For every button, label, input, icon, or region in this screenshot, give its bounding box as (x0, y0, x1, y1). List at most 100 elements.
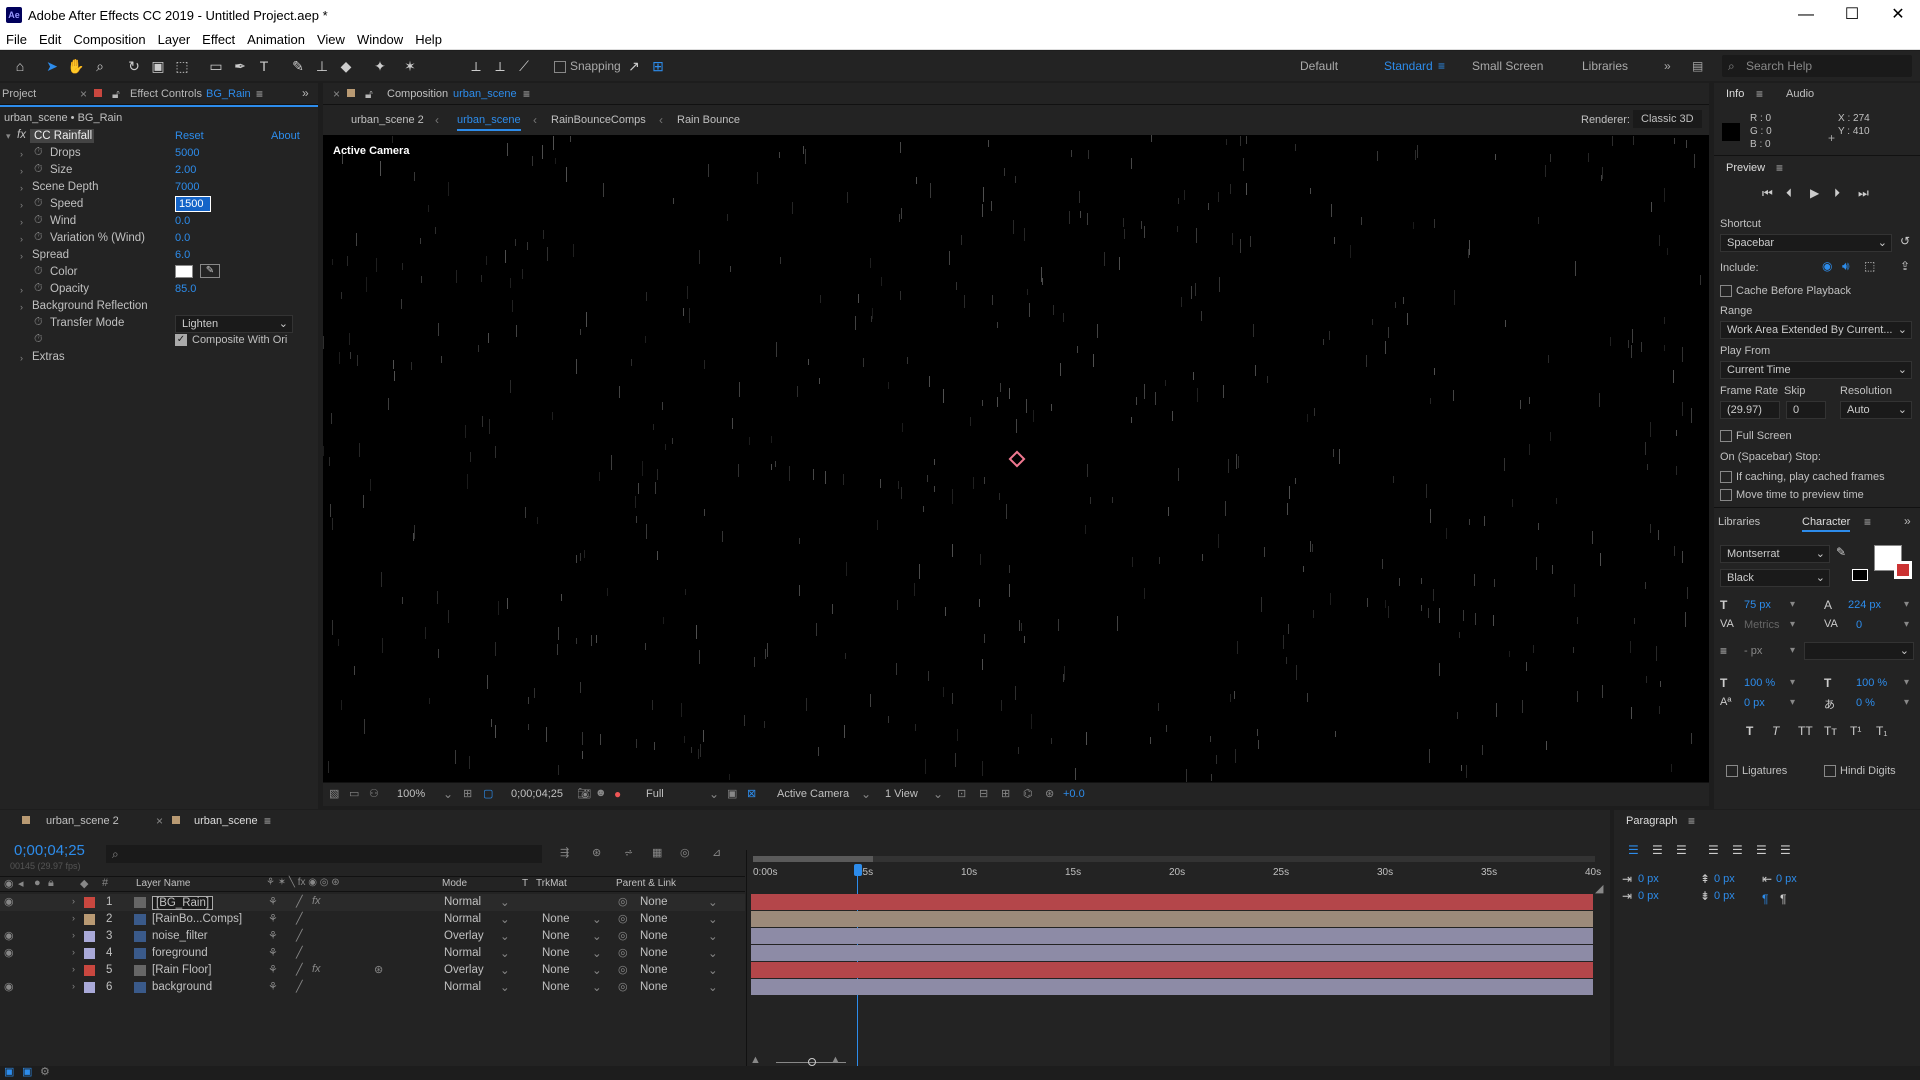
stopwatch-icon[interactable]: ⏱ (34, 163, 43, 176)
work-area-bar[interactable] (753, 856, 1595, 862)
cached-frames-option[interactable]: If caching, play cached frames (1720, 469, 1885, 483)
layer-name[interactable]: background (152, 981, 212, 993)
chevron-down-icon[interactable]: ⌄ (500, 980, 510, 994)
chevron-down-icon[interactable]: ▾ (1790, 599, 1795, 610)
cache-before-playback[interactable]: Cache Before Playback (1720, 283, 1851, 297)
motion-blur-icon[interactable]: ◎ (680, 846, 690, 859)
expand-arrow[interactable]: › (20, 285, 23, 295)
timeline-timecode[interactable]: 0;00;04;25 (14, 842, 85, 859)
chevron-down-icon[interactable]: ⌄ (500, 929, 510, 943)
font-size-value[interactable]: 75 px (1744, 599, 1771, 611)
label-color[interactable] (84, 931, 95, 942)
table-row[interactable]: ◉ › 3 noise_filter ⚘ ╱ Overlay ⌄ None ⌄ ◎ None ⌄ (0, 928, 745, 945)
pixel-aspect-icon[interactable]: ⊡ (957, 787, 966, 800)
chevron-down-icon[interactable]: ⌄ (500, 963, 510, 977)
shy-switch-icon[interactable]: ⚘ (268, 963, 278, 976)
skip-select[interactable]: 0 (1786, 401, 1826, 419)
checkbox[interactable] (1824, 764, 1836, 777)
parent-select[interactable]: None (640, 896, 668, 908)
include-overlays-icon[interactable]: ⬚ (1864, 259, 1875, 273)
fx-name[interactable]: CC Rainfall (34, 130, 92, 142)
parent-select[interactable]: None (640, 930, 668, 942)
current-time-display[interactable]: 0;00;04;25 (511, 788, 563, 800)
axis-view-icon[interactable]: ⟋ (514, 56, 534, 76)
space-after-value[interactable]: 0 px (1714, 890, 1735, 902)
table-row[interactable]: › 5 [Rain Floor] ⚘ ╱ fx ⊛ Overlay ⌄ None ⌄ ◎ None ⌄ (0, 962, 745, 979)
home-icon[interactable]: ⌂ (10, 56, 30, 76)
chevron-down-icon[interactable]: ⌄ (708, 912, 718, 926)
chevron-down-icon[interactable]: ▾ (1790, 697, 1795, 708)
anchor-point-icon[interactable] (1008, 450, 1026, 468)
layer-name[interactable]: foreground (152, 947, 208, 959)
status-icon-3[interactable]: ⚙ (40, 1065, 50, 1078)
exposure-value[interactable]: +0.0 (1063, 788, 1085, 800)
composition-viewer[interactable]: Active Camera (323, 135, 1709, 782)
expand-arrow[interactable]: › (20, 353, 23, 363)
fx-reset-link[interactable]: Reset (175, 130, 204, 142)
tab-close-icon[interactable]: × (156, 814, 163, 828)
panel-menu-icon[interactable]: ≡ (264, 814, 271, 828)
fx-switch-icon[interactable]: fx (312, 963, 321, 975)
chevron-down-icon[interactable]: ⌄ (861, 787, 871, 801)
tab-libraries[interactable]: Libraries (1718, 516, 1760, 528)
expand-arrow[interactable]: › (20, 302, 23, 312)
play-from-select[interactable]: Current Time ⌄ (1720, 361, 1912, 379)
layer-duration-bar[interactable] (751, 962, 1593, 978)
transparency-grid-icon[interactable]: ⊠ (747, 787, 756, 800)
type-tool-icon[interactable]: T (254, 56, 274, 76)
workspace-overflow-icon[interactable]: » (1664, 59, 1671, 73)
tab-project[interactable]: Project (2, 88, 36, 100)
layer-duration-bar[interactable] (751, 979, 1593, 995)
snapping-toggle[interactable]: Snapping (554, 59, 621, 73)
faux-italic-button[interactable]: T (1772, 724, 1779, 738)
pickwhip-icon[interactable]: ◎ (618, 929, 628, 942)
tab-urban-scene-2[interactable]: urban_scene 2 (46, 815, 119, 827)
rotate-tool-icon[interactable]: ↻ (124, 56, 144, 76)
transfer-mode-select[interactable]: Lighten ⌄ (175, 315, 293, 333)
tab-close-icon[interactable]: × (80, 87, 87, 101)
hand-tool-icon[interactable]: ✋ (66, 56, 86, 76)
chevron-down-icon[interactable]: ▾ (1790, 645, 1795, 656)
stopwatch-icon[interactable]: ⏱ (34, 282, 43, 295)
menu-help[interactable]: Help (409, 30, 448, 50)
prop-value[interactable]: 6.0 (175, 249, 190, 261)
parent-select[interactable]: None (640, 981, 668, 993)
breadcrumb-urban-scene-2[interactable]: urban_scene 2 (351, 114, 424, 126)
rectangle-tool-icon[interactable]: ▭ (206, 56, 226, 76)
panel-overflow-icon[interactable]: » (302, 86, 309, 100)
shortcut-select[interactable]: Spacebar ⌄ (1720, 234, 1892, 252)
layer-duration-bar[interactable] (751, 945, 1593, 961)
grid-icon[interactable]: ⊞ (463, 787, 472, 800)
graph-editor-icon[interactable]: ⊿ (712, 846, 721, 859)
chevron-down-icon[interactable]: ⌄ (500, 912, 510, 926)
trkmat-select[interactable]: None (542, 913, 570, 925)
small-caps-button[interactable]: Tт (1824, 724, 1837, 738)
stroke-type-select[interactable]: ⌄ (1804, 642, 1914, 660)
trkmat-select[interactable]: None (542, 964, 570, 976)
superscript-button[interactable]: T¹ (1850, 724, 1861, 738)
menu-file[interactable]: File (0, 30, 33, 50)
layer-duration-bar[interactable] (751, 911, 1593, 927)
composite-checkbox[interactable]: ✓ (175, 334, 187, 346)
leading-value[interactable]: 224 px (1848, 599, 1881, 611)
tab-composition[interactable]: Composition (387, 88, 448, 100)
panel-menu-icon[interactable]: ≡ (256, 87, 263, 101)
status-icon-2[interactable]: ▣ (22, 1065, 32, 1078)
shy-layers-icon[interactable]: ⩫ (624, 846, 633, 859)
workspace-libraries[interactable]: Libraries (1582, 59, 1628, 73)
last-frame-icon[interactable]: ⏭ (1858, 186, 1869, 201)
include-audio-icon[interactable]: 🔊︎ (1842, 259, 1850, 274)
chevron-down-icon[interactable]: ⌄ (708, 980, 718, 994)
table-row[interactable]: ◉ › 6 background ⚘ ╱ Normal ⌄ None ⌄ ◎ None ⌄ (0, 979, 745, 996)
table-row[interactable]: ◉ › 1 [BG_Rain] ⚘ ╱ fx Normal ⌄ ◎ None ⌄ (0, 894, 745, 911)
tracking-value[interactable]: 0 (1856, 619, 1862, 631)
mode-select[interactable]: Normal (444, 947, 481, 959)
lock-icon[interactable]: 🔓︎ (112, 87, 120, 102)
checkbox[interactable] (1720, 488, 1732, 501)
comp-mini-flowchart-icon[interactable]: ⇶ (560, 846, 569, 859)
quality-switch-icon[interactable]: ╱ (296, 912, 303, 925)
timeline-icon[interactable]: ⊞ (1001, 787, 1010, 800)
pickwhip-icon[interactable]: ◎ (618, 980, 628, 993)
parent-select[interactable]: None (640, 947, 668, 959)
checkbox[interactable] (1720, 284, 1732, 297)
